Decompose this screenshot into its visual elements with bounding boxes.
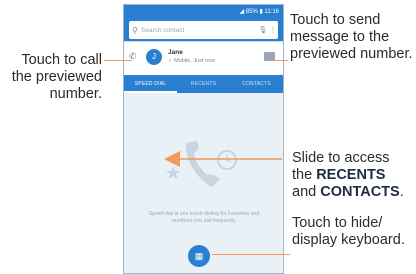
arrow-left-icon xyxy=(164,151,180,167)
slide-arrow xyxy=(164,151,282,167)
